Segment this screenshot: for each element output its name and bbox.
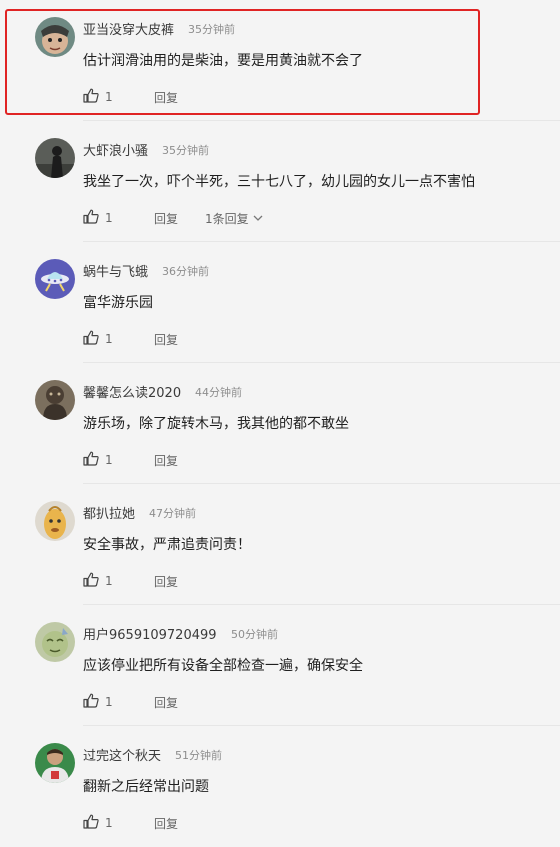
like-count: 1 [105, 453, 113, 467]
timestamp: 47分钟前 [149, 507, 196, 520]
avatar-green-face-icon [35, 622, 75, 662]
reply-button[interactable]: 回复 [154, 694, 205, 711]
thumbs-up-icon [83, 88, 105, 106]
like-button[interactable]: 1 [83, 693, 154, 711]
avatar[interactable] [35, 743, 75, 783]
comment-actions: 1 回复 [83, 571, 205, 591]
username[interactable]: 大虾浪小骚 [83, 140, 148, 159]
like-button[interactable]: 1 [83, 330, 154, 348]
comment-item: 都扒拉她 47分钟前安全事故，严肃追责问责！ 1 回复 [0, 484, 560, 605]
comment-item: 蜗牛与飞蛾 36分钟前富华游乐园 1 回复 [0, 242, 560, 363]
username[interactable]: 用户9659109720499 [83, 624, 217, 643]
reply-button[interactable]: 回复 [154, 210, 205, 227]
comment-text: 翻新之后经常出问题 [83, 779, 209, 795]
timestamp: 35分钟前 [188, 23, 235, 36]
comment-text: 我坐了一次，吓个半死，三十七八了，幼儿园的女儿一点不害怕 [83, 174, 475, 190]
thumbs-up-icon [83, 572, 105, 590]
comment-actions: 1 回复 [83, 329, 205, 349]
timestamp: 51分钟前 [175, 749, 222, 762]
like-button[interactable]: 1 [83, 88, 154, 106]
comment-item: 过完这个秋天 51分钟前翻新之后经常出问题 1 回复 [0, 726, 560, 847]
username[interactable]: 蜗牛与飞蛾 [83, 261, 148, 280]
avatar[interactable] [35, 622, 75, 662]
comment-item: 馨馨怎么读2020 44分钟前游乐场，除了旋转木马，我其他的都不敢坐 1 回复 [0, 363, 560, 484]
comment-text: 游乐场，除了旋转木马，我其他的都不敢坐 [83, 416, 349, 432]
reply-button[interactable]: 回复 [154, 452, 205, 469]
avatar[interactable] [35, 501, 75, 541]
avatar[interactable] [35, 380, 75, 420]
comment-text: 应该停业把所有设备全部检查一遍，确保安全 [83, 658, 363, 674]
like-count: 1 [105, 90, 113, 104]
thumbs-up-icon [83, 814, 105, 832]
avatar-silhouette-icon [35, 138, 75, 178]
comment-actions: 1 回复 1条回复 [83, 208, 263, 228]
like-count: 1 [105, 574, 113, 588]
username[interactable]: 过完这个秋天 [83, 745, 161, 764]
reply-button[interactable]: 回复 [154, 331, 205, 348]
timestamp: 36分钟前 [162, 265, 209, 278]
username[interactable]: 都扒拉她 [83, 503, 135, 522]
comment-text: 富华游乐园 [83, 295, 153, 311]
comment-actions: 1 回复 [83, 692, 205, 712]
comment-item: 大虾浪小骚 35分钟前我坐了一次，吓个半死，三十七八了，幼儿园的女儿一点不害怕 1… [0, 121, 560, 242]
timestamp: 50分钟前 [231, 628, 278, 641]
thumbs-up-icon [83, 693, 105, 711]
like-button[interactable]: 1 [83, 451, 154, 469]
reply-button[interactable]: 回复 [154, 573, 205, 590]
comment-actions: 1 回复 [83, 87, 205, 107]
avatar-cartoon-face-icon [35, 17, 75, 57]
reply-button[interactable]: 回复 [154, 89, 205, 106]
avatar-statue-icon [35, 380, 75, 420]
thumbs-up-icon [83, 451, 105, 469]
like-count: 1 [105, 211, 113, 225]
like-button[interactable]: 1 [83, 814, 154, 832]
chevron-down-icon [249, 211, 263, 225]
username[interactable]: 馨馨怎么读2020 [83, 382, 181, 401]
comment-actions: 1 回复 [83, 450, 205, 470]
avatar[interactable] [35, 259, 75, 299]
reply-count: 1条回复 [205, 211, 249, 226]
avatar-bean-face-icon [35, 501, 75, 541]
comment-actions: 1 回复 [83, 813, 205, 833]
username[interactable]: 亚当没穿大皮裤 [83, 19, 174, 38]
thumbs-up-icon [83, 330, 105, 348]
like-button[interactable]: 1 [83, 572, 154, 590]
timestamp: 44分钟前 [195, 386, 242, 399]
like-count: 1 [105, 695, 113, 709]
avatar[interactable] [35, 138, 75, 178]
comment-list: 亚当没穿大皮裤 35分钟前 估计润滑油用的是柴油，要是用黄油就不会了 1 回复 大虾浪… [0, 0, 560, 847]
comment-text: 安全事故，严肃追责问责！ [83, 537, 251, 553]
reply-button[interactable]: 回复 [154, 815, 205, 832]
timestamp: 35分钟前 [162, 144, 209, 157]
like-button[interactable]: 1 [83, 209, 154, 227]
comment-item: 用户9659109720499 50分钟前应该停业把所有设备全部检查一遍，确保安全… [0, 605, 560, 726]
thumbs-up-icon [83, 209, 105, 227]
avatar[interactable] [35, 17, 75, 57]
comment-item: 亚当没穿大皮裤 35分钟前估计润滑油用的是柴油，要是用黄油就不会了 1 回复 [0, 0, 560, 121]
like-count: 1 [105, 816, 113, 830]
comment-text: 估计润滑油用的是柴油，要是用黄油就不会了 [83, 53, 363, 69]
avatar-ufo-icon [35, 259, 75, 299]
like-count: 1 [105, 332, 113, 346]
view-replies-button[interactable]: 1条回复 [205, 210, 263, 227]
avatar-basketball-player-icon [35, 743, 75, 783]
